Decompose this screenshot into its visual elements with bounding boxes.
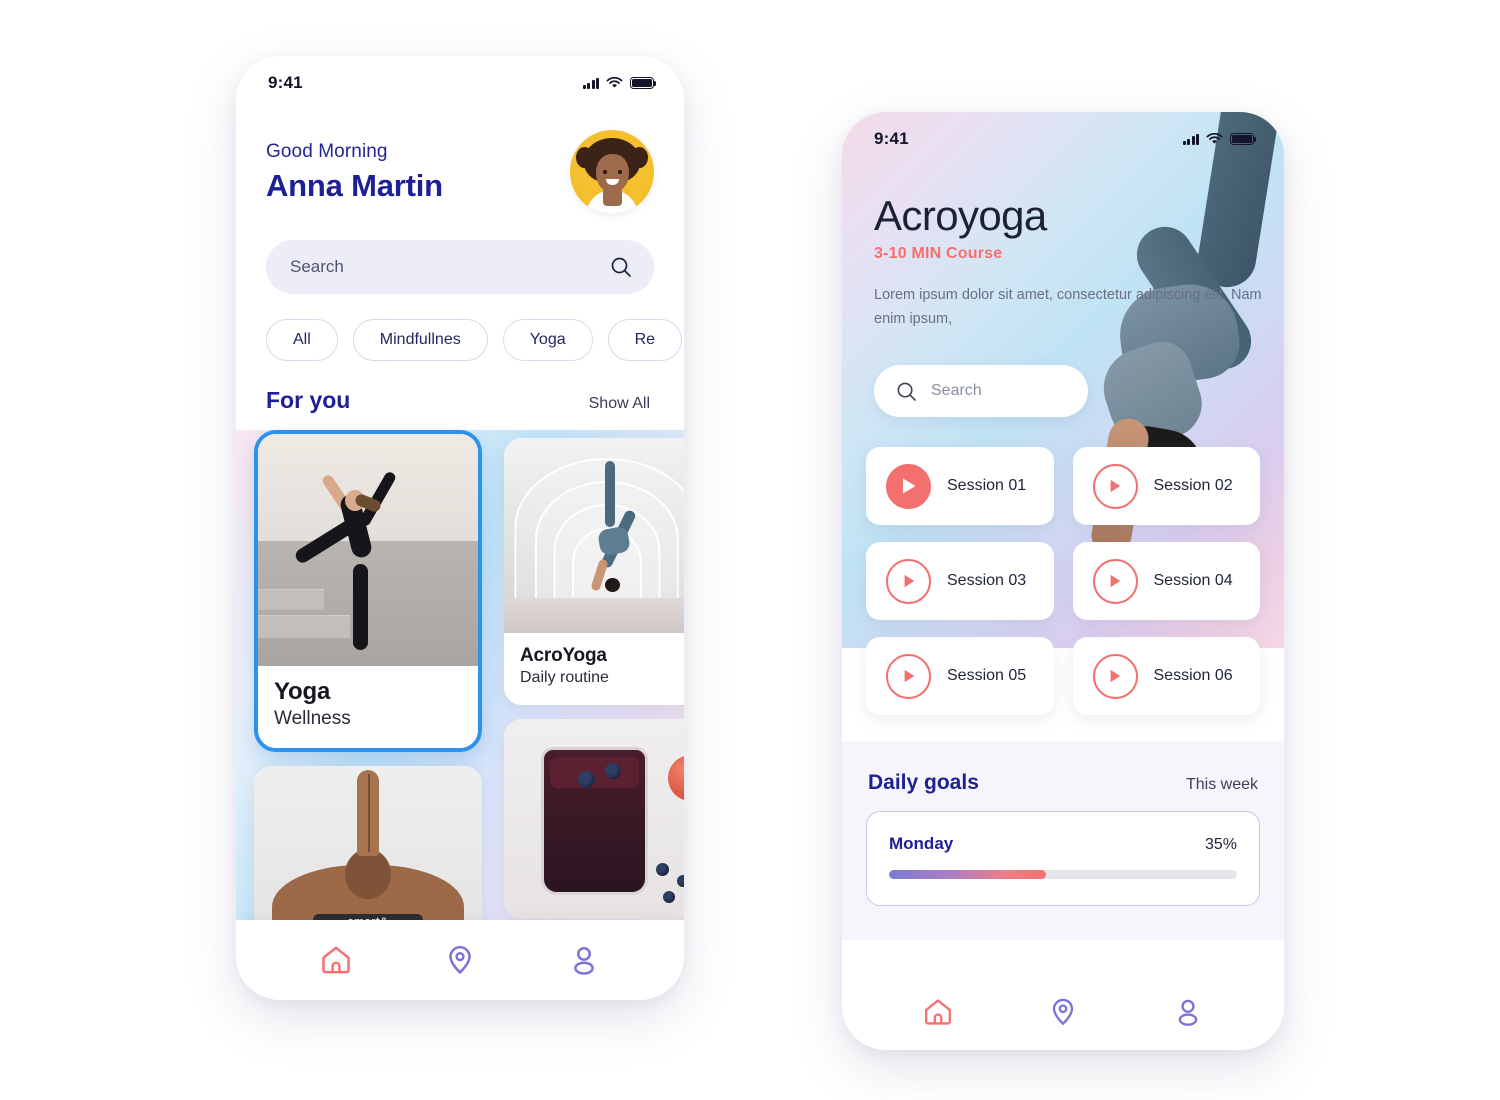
course-image-yoga <box>258 434 478 666</box>
phone1-status-bar: 9:41 <box>236 56 684 102</box>
course-title: AcroYoga <box>520 645 607 666</box>
play-icon[interactable] <box>1092 653 1138 699</box>
signal-bars-icon <box>582 77 599 89</box>
phone1-screen: 9:41 Good Morning Anna Martin Search All… <box>236 56 684 1000</box>
phone-mockup-home: 9:41 Good Morning Anna Martin Search All… <box>236 56 684 1000</box>
goal-row: Monday 35% <box>889 834 1237 854</box>
for-you-section-header: For you Show All <box>236 361 684 414</box>
course-title: Acroyoga <box>874 192 1047 239</box>
session-label: Session 01 <box>947 477 1027 495</box>
status-time: 9:41 <box>268 73 303 92</box>
session-card[interactable]: Session 04 <box>1072 542 1260 621</box>
session-card[interactable]: Session 02 <box>1072 447 1260 526</box>
feed-column-left: Yoga Wellness smart& <box>254 430 482 956</box>
session-label: Session 02 <box>1153 477 1233 495</box>
filter-chip-list[interactable]: All Mindfullnes Yoga Re <box>236 294 684 361</box>
daily-goals-header: Daily goals This week <box>866 771 1260 795</box>
phone-mockup-course: 9:41 Acroyoga 3-10 MIN Course Lorem ipsu… <box>842 112 1284 1050</box>
filter-chip-yoga[interactable]: Yoga <box>502 319 593 361</box>
course-description: Lorem ipsum dolor sit amet, consectetur … <box>874 287 1262 328</box>
greeting-row: Good Morning Anna Martin <box>236 102 684 214</box>
session-label: Session 05 <box>947 667 1027 685</box>
progress-fill <box>889 870 1046 880</box>
course-card-acroyoga[interactable]: AcroYoga Daily routine <box>504 438 684 705</box>
search-input[interactable]: Search <box>266 240 654 294</box>
location-pin-icon[interactable] <box>1047 996 1079 1028</box>
goal-progress-card[interactable]: Monday 35% <box>866 811 1260 907</box>
course-subtitle: Daily routine <box>520 669 609 686</box>
search-icon[interactable] <box>610 256 632 278</box>
play-icon[interactable] <box>886 653 931 699</box>
search-icon[interactable] <box>896 381 917 402</box>
phone2-content: 9:41 Acroyoga 3-10 MIN Course Lorem ipsu… <box>842 112 1284 941</box>
play-icon[interactable] <box>886 463 931 509</box>
wifi-icon <box>1206 133 1223 144</box>
home-icon[interactable] <box>922 996 954 1028</box>
filter-chip-mindfullnes[interactable]: Mindfullnes <box>352 319 488 361</box>
phone2-screen: 9:41 Acroyoga 3-10 MIN Course Lorem ipsu… <box>842 112 1284 1050</box>
phone2-status-bar: 9:41 <box>842 112 1284 158</box>
content-feed: Yoga Wellness smart& <box>236 430 684 956</box>
feed-column-right: AcroYoga Daily routine <box>504 438 684 919</box>
greeting-text: Good Morning <box>266 140 388 162</box>
daily-goals-section: Daily goals This week Monday 35% <box>842 741 1284 941</box>
greeting-block: Good Morning Anna Martin <box>266 141 443 204</box>
course-image-acroyoga <box>504 438 684 633</box>
course-card-smoothie[interactable] <box>504 719 684 919</box>
course-card-yoga[interactable]: Yoga Wellness <box>254 430 482 752</box>
filter-chip-re[interactable]: Re <box>607 319 683 361</box>
user-icon[interactable] <box>567 943 601 977</box>
signal-bars-icon <box>1182 133 1199 145</box>
section-spacer <box>866 906 1260 941</box>
user-icon[interactable] <box>1172 996 1204 1028</box>
progress-track[interactable] <box>889 870 1237 880</box>
course-image-smoothie <box>504 719 684 919</box>
search-placeholder: Search <box>931 382 982 400</box>
user-name: Anna Martin <box>266 167 443 203</box>
session-grid: Session 01 Session 02 Session 03 Session… <box>842 447 1284 716</box>
phone2-tab-bar[interactable] <box>842 974 1284 1050</box>
screenshot-canvas: 9:41 Good Morning Anna Martin Search All… <box>0 0 1500 1100</box>
course-subtitle: Wellness <box>274 708 351 729</box>
search-placeholder: Search <box>290 257 344 276</box>
hero-text-block: Acroyoga 3-10 MIN Course Lorem ipsum dol… <box>842 158 1284 331</box>
filter-chip-all[interactable]: All <box>266 319 338 361</box>
show-all-link[interactable]: Show All <box>589 395 650 413</box>
this-week-link[interactable]: This week <box>1186 776 1258 794</box>
session-card[interactable]: Session 05 <box>866 637 1054 716</box>
wifi-icon <box>606 77 623 88</box>
goal-percent-label: 35% <box>1204 836 1237 854</box>
daily-goals-title: Daily goals <box>868 771 979 795</box>
avatar[interactable] <box>570 130 654 214</box>
session-card[interactable]: Session 03 <box>866 542 1054 621</box>
course-title: Yoga <box>274 678 331 705</box>
session-card[interactable]: Session 06 <box>1072 637 1260 716</box>
session-label: Session 03 <box>947 572 1027 590</box>
course-duration-badge: 3-10 MIN Course <box>874 245 1003 262</box>
course-card-body: Yoga Wellness <box>258 666 478 748</box>
search-input[interactable]: Search <box>874 365 1088 418</box>
session-label: Session 06 <box>1153 667 1233 685</box>
session-card[interactable]: Session 01 <box>866 447 1054 526</box>
play-icon[interactable] <box>886 558 931 604</box>
play-icon[interactable] <box>1092 463 1138 509</box>
home-icon[interactable] <box>319 943 353 977</box>
course-card-body: AcroYoga Daily routine <box>504 633 684 705</box>
session-label: Session 04 <box>1153 572 1233 590</box>
page-title: For you <box>266 387 351 413</box>
battery-full-icon <box>630 77 657 89</box>
phone1-tab-bar[interactable] <box>236 920 684 1000</box>
status-icons <box>582 77 657 89</box>
status-icons <box>1182 133 1257 145</box>
play-icon[interactable] <box>1092 558 1138 604</box>
battery-full-icon <box>1230 133 1257 145</box>
goal-day-label: Monday <box>889 834 954 854</box>
location-pin-icon[interactable] <box>443 943 477 977</box>
status-time: 9:41 <box>874 129 909 148</box>
